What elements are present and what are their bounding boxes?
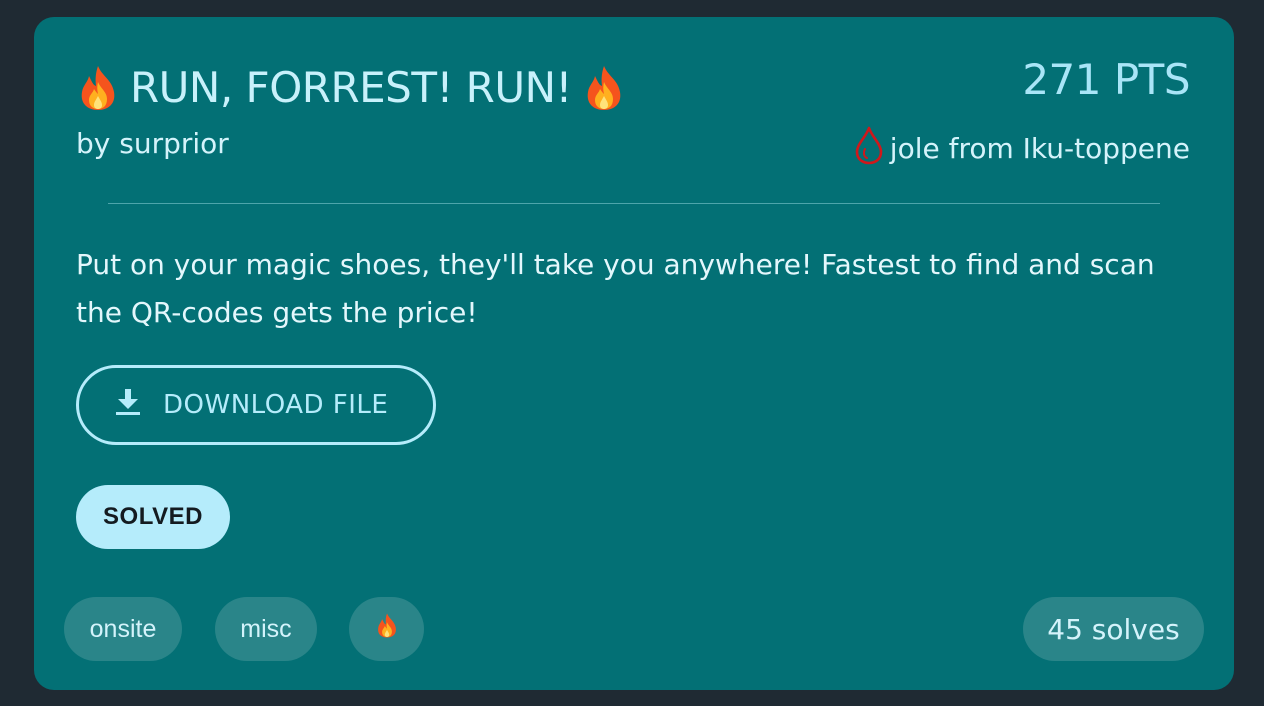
download-file-label: DOWNLOAD FILE [163, 390, 389, 420]
tag-misc[interactable]: misc [215, 597, 317, 661]
solved-badge: SOLVED [76, 485, 230, 549]
challenge-author: by surprior [76, 127, 229, 160]
challenge-title: RUN, FORREST! RUN! [76, 63, 636, 112]
challenge-card: RUN, FORREST! RUN! by surprior 271 PTS j… [34, 17, 1234, 690]
download-icon [115, 388, 163, 423]
tag-onsite[interactable]: onsite [64, 597, 182, 661]
first-blood-text: jole from Iku-toppene [889, 132, 1190, 165]
solves-count[interactable]: 45 solves [1023, 597, 1204, 661]
fire-icon [375, 612, 399, 646]
challenge-description: Put on your magic shoes, they'll take yo… [76, 248, 1155, 329]
divider [108, 203, 1160, 204]
fire-icon [76, 64, 120, 112]
first-blood: jole from Iku-toppene [852, 125, 1190, 172]
download-file-button[interactable]: DOWNLOAD FILE [76, 365, 436, 445]
blood-drop-icon [852, 125, 890, 172]
challenge-points: 271 PTS [1022, 55, 1190, 104]
challenge-title-text: RUN, FORREST! RUN! [130, 63, 572, 112]
tag-fire[interactable] [349, 597, 424, 661]
fire-icon [582, 64, 626, 112]
